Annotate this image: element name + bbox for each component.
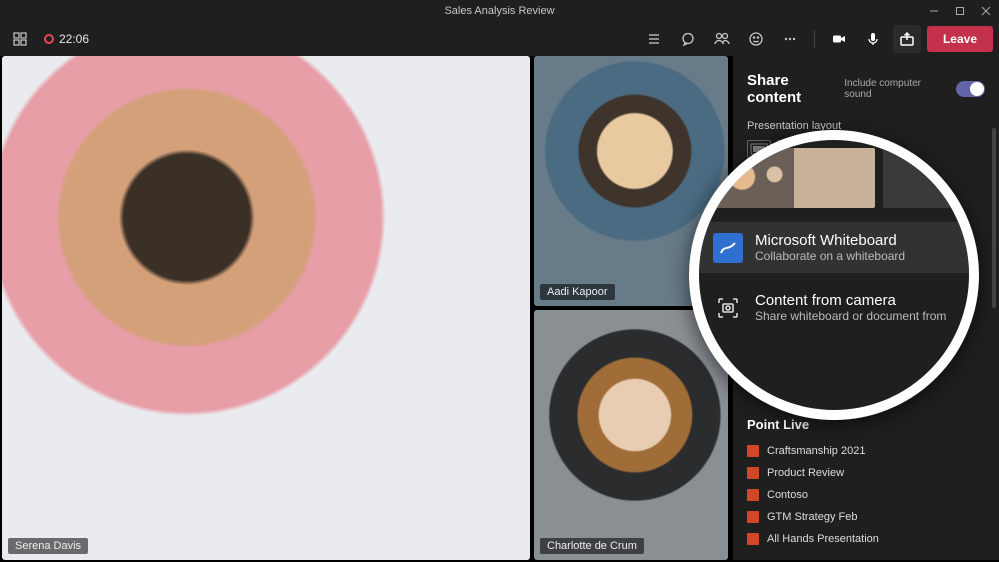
include-sound-toggle[interactable]	[956, 81, 985, 97]
whiteboard-icon	[713, 233, 743, 263]
option-title: Microsoft Whiteboard	[755, 232, 905, 249]
leave-button[interactable]: Leave	[927, 26, 993, 52]
participant-name: Serena Davis	[8, 538, 88, 554]
participant-name: Charlotte de Crum	[540, 538, 644, 554]
option-subtitle: Collaborate on a whiteboard	[755, 249, 905, 263]
close-button[interactable]	[973, 0, 999, 22]
camera-icon[interactable]	[825, 25, 853, 53]
file-row[interactable]: Craftsmanship 2021	[747, 440, 985, 462]
reactions-icon[interactable]	[742, 25, 770, 53]
powerpoint-icon	[747, 489, 759, 501]
camera-content-icon	[713, 293, 743, 323]
chat-list-icon[interactable]	[640, 25, 668, 53]
file-row[interactable]: Contoso	[747, 484, 985, 506]
layout-section-label: Presentation layout	[747, 120, 985, 132]
powerpoint-icon	[747, 511, 759, 523]
minimize-button[interactable]	[921, 0, 947, 22]
video-tile-main[interactable]: Serena Davis	[2, 56, 530, 560]
people-icon[interactable]	[708, 25, 736, 53]
panel-scrollbar[interactable]	[992, 128, 996, 308]
option-subtitle: Share whiteboard or document from	[755, 309, 946, 323]
divider	[814, 30, 815, 48]
chat-icon[interactable]	[674, 25, 702, 53]
magnifier-overlay: Microsoft Whiteboard Collaborate on a wh…	[689, 130, 979, 420]
window-title: Sales Analysis Review	[444, 5, 554, 17]
title-bar: Sales Analysis Review	[0, 0, 999, 22]
share-panel-title: Share content	[747, 72, 844, 106]
mic-icon[interactable]	[859, 25, 887, 53]
maximize-button[interactable]	[947, 0, 973, 22]
window-controls	[921, 0, 999, 22]
share-option-camera[interactable]: Content from camera Share whiteboard or …	[699, 282, 969, 333]
window-thumbnail[interactable]	[713, 148, 875, 208]
file-row[interactable]: GTM Strategy Feb	[747, 506, 985, 528]
file-row[interactable]: Product Review	[747, 462, 985, 484]
include-sound-label: Include computer sound	[844, 78, 948, 100]
more-icon[interactable]	[776, 25, 804, 53]
recording-indicator: 22:06	[44, 32, 89, 46]
file-row[interactable]: All Hands Presentation	[747, 528, 985, 550]
powerpoint-icon	[747, 467, 759, 479]
share-button[interactable]	[893, 25, 921, 53]
recording-time: 22:06	[59, 32, 89, 46]
layout-grid-icon[interactable]	[6, 25, 34, 53]
section-title: Point Live	[747, 417, 985, 432]
powerpoint-live-section: Point Live Craftsmanship 2021 Product Re…	[747, 417, 985, 560]
option-title: Content from camera	[755, 292, 946, 309]
window-thumbnail[interactable]	[883, 148, 955, 208]
meeting-toolbar: 22:06 Leave	[0, 22, 999, 56]
share-option-whiteboard[interactable]: Microsoft Whiteboard Collaborate on a wh…	[699, 222, 969, 273]
participant-name: Aadi Kapoor	[540, 284, 615, 300]
powerpoint-icon	[747, 533, 759, 545]
powerpoint-icon	[747, 445, 759, 457]
